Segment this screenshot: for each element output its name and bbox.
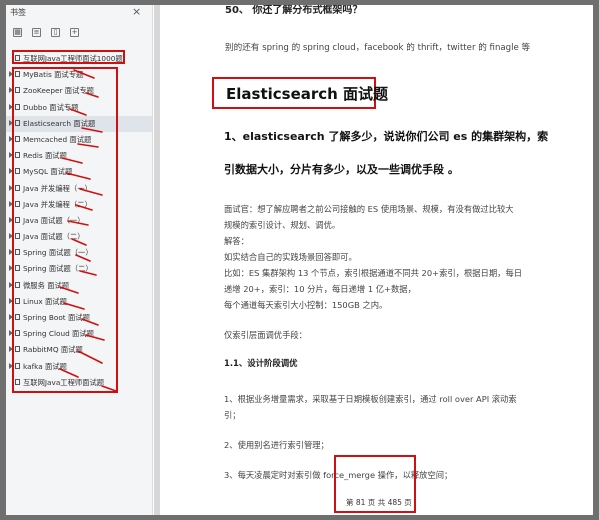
screenshot-frame: 书签 × ▦ ≡ ▯ + 互联网Java工程师面试1000题 MyBatis 面… bbox=[0, 0, 599, 520]
annotation-arrow bbox=[61, 157, 83, 164]
annotation-arrow bbox=[65, 172, 91, 180]
document-page: 50、 你还了解分布式框架吗？ 别的还有 spring 的 spring clo… bbox=[154, 5, 593, 515]
body-line: 比如：ES 集群架构 13 个节点，索引根据通道不同共 20+索引，根据日期，每… bbox=[224, 268, 523, 278]
annotation-arrow bbox=[85, 334, 105, 341]
body-line: 1、根据业务增量需求，采取基于日期模板创建索引，通过 roll over API… bbox=[224, 394, 517, 404]
question-heading-line-2: 引数据大小，分片有多少，以及一些调优手段 。 bbox=[224, 163, 459, 176]
body-line: 面试官：想了解应聘者之前公司接触的 ES 使用场景、规模，有没有做过比较大 bbox=[224, 204, 514, 214]
annotation-arrow bbox=[67, 220, 89, 226]
pdf-viewer-window: 书签 × ▦ ≡ ▯ + 互联网Java工程师面试1000题 MyBatis 面… bbox=[6, 5, 593, 515]
annotation-arrow bbox=[81, 318, 99, 326]
body-paragraph: 别的还有 spring 的 spring cloud，facebook 的 th… bbox=[225, 43, 531, 53]
body-line: 解答： bbox=[224, 236, 249, 246]
body-line: 引； bbox=[224, 410, 241, 420]
annotation-arrow bbox=[81, 127, 103, 133]
annotation-arrow bbox=[71, 238, 87, 246]
annotation-arrow bbox=[59, 286, 79, 294]
question-heading-line-1: 1、elasticsearch 了解多少，说说你们公司 es 的集群架构，索 bbox=[224, 130, 549, 143]
annotation-arrow bbox=[73, 69, 95, 79]
body-line: 仅索引层面调优手段： bbox=[224, 330, 307, 340]
body-line: 递增 20+，索引：10 分片，每日递增 1 亿+数据， bbox=[224, 284, 416, 294]
subsection-heading: 1.1、设计阶段调优 bbox=[224, 358, 298, 368]
annotation-arrow bbox=[77, 143, 99, 148]
bookmark-sidebar: 书签 × ▦ ≡ ▯ + 互联网Java工程师面试1000题 MyBatis 面… bbox=[6, 5, 153, 515]
page-gutter bbox=[154, 5, 160, 515]
annotation-arrow bbox=[85, 92, 99, 98]
page-number: 第 81 页 共 485 页 bbox=[346, 498, 412, 507]
section-title: Elasticsearch 面试题 bbox=[226, 85, 389, 103]
annotation-arrow bbox=[63, 302, 85, 310]
cut-heading: 50、 你还了解分布式框架吗？ bbox=[225, 5, 363, 16]
body-line: 2、使用别名进行索引管理； bbox=[224, 440, 329, 450]
annotation-arrow bbox=[59, 368, 79, 378]
annotation-arrow bbox=[69, 108, 87, 116]
body-line: 每个通道每天索引大小控制：150GB 之内。 bbox=[224, 300, 388, 310]
annotation-arrows bbox=[59, 69, 117, 392]
annotation-arrow bbox=[101, 385, 117, 392]
annotation-arrow bbox=[79, 188, 103, 196]
annotation-arrow bbox=[75, 254, 91, 262]
annotation-arrow bbox=[79, 270, 97, 276]
body-line: 规模的索引设计、规划、调优。 bbox=[224, 220, 341, 230]
body-line: 如实结合自己的实践场景回答即可。 bbox=[224, 252, 357, 262]
annotation-arrow bbox=[75, 204, 93, 211]
annotation-arrow bbox=[77, 350, 103, 364]
